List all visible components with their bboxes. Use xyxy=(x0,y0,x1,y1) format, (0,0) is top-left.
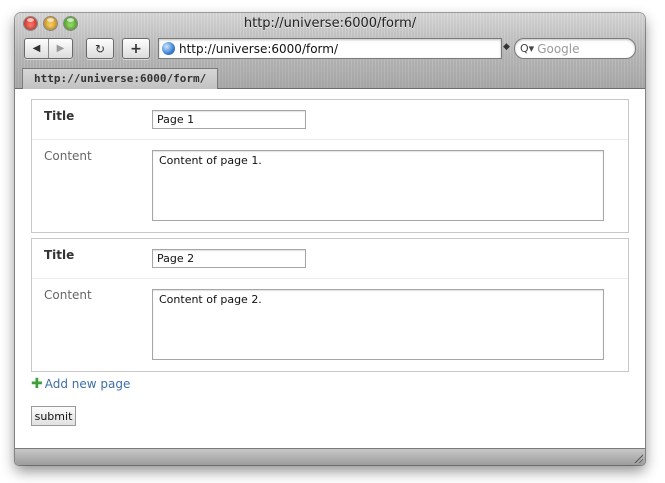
reload-icon: ↻ xyxy=(94,41,106,56)
title-label: Title xyxy=(44,248,75,262)
add-bookmark-button[interactable]: + xyxy=(122,38,150,59)
page-content: Title Page 1 Content Content of page 1. … xyxy=(15,89,645,448)
status-bar xyxy=(15,448,645,465)
content-textarea[interactable]: Content of page 2. xyxy=(152,289,604,360)
back-arrow-icon[interactable]: ◀ xyxy=(25,43,48,54)
page-fieldset: Title Page 1 Content Content of page 1. xyxy=(31,99,629,233)
window-title: http://universe:6000/form/ xyxy=(243,16,417,31)
forward-arrow-icon[interactable]: ▶ xyxy=(49,43,72,54)
add-icon: ✚ xyxy=(31,376,43,392)
resize-grip-icon[interactable] xyxy=(633,453,643,463)
snapback-icon[interactable]: ◆ xyxy=(503,42,510,52)
search-field[interactable]: Q▾ Google xyxy=(514,38,636,59)
back-forward-buttons: ◀ ▶ xyxy=(24,38,73,59)
add-new-page-link[interactable]: ✚ Add new page xyxy=(31,377,130,391)
magnifier-icon[interactable]: Q▾ xyxy=(520,42,534,55)
title-input[interactable]: Page 1 xyxy=(152,110,306,129)
address-bar[interactable]: http://universe:6000/form/ xyxy=(158,38,502,59)
browser-toolbar: http://universe:6000/form/ ◀ ▶ ↻ + http:… xyxy=(15,13,645,89)
content-textarea[interactable]: Content of page 1. xyxy=(152,150,604,221)
page-fieldset: Title Page 2 Content Content of page 2. xyxy=(31,238,629,372)
search-placeholder[interactable]: Google xyxy=(537,42,579,56)
submit-button[interactable]: submit xyxy=(31,406,76,426)
title-input[interactable]: Page 2 xyxy=(152,249,306,268)
reload-button[interactable]: ↻ xyxy=(86,38,114,59)
title-label: Title xyxy=(44,109,75,123)
tab-form[interactable]: http://universe:6000/form/ xyxy=(22,68,219,89)
address-bar-url[interactable]: http://universe:6000/form/ xyxy=(179,42,338,56)
globe-icon xyxy=(162,42,175,55)
content-label: Content xyxy=(44,288,92,302)
title-row: Title Page 2 xyxy=(32,239,628,279)
title-row: Title Page 1 xyxy=(32,100,628,140)
content-label: Content xyxy=(44,149,92,163)
plus-icon: + xyxy=(130,40,142,57)
browser-window: http://universe:6000/form/ ◀ ▶ ↻ + http:… xyxy=(15,13,645,465)
add-new-page-label[interactable]: Add new page xyxy=(45,377,131,391)
